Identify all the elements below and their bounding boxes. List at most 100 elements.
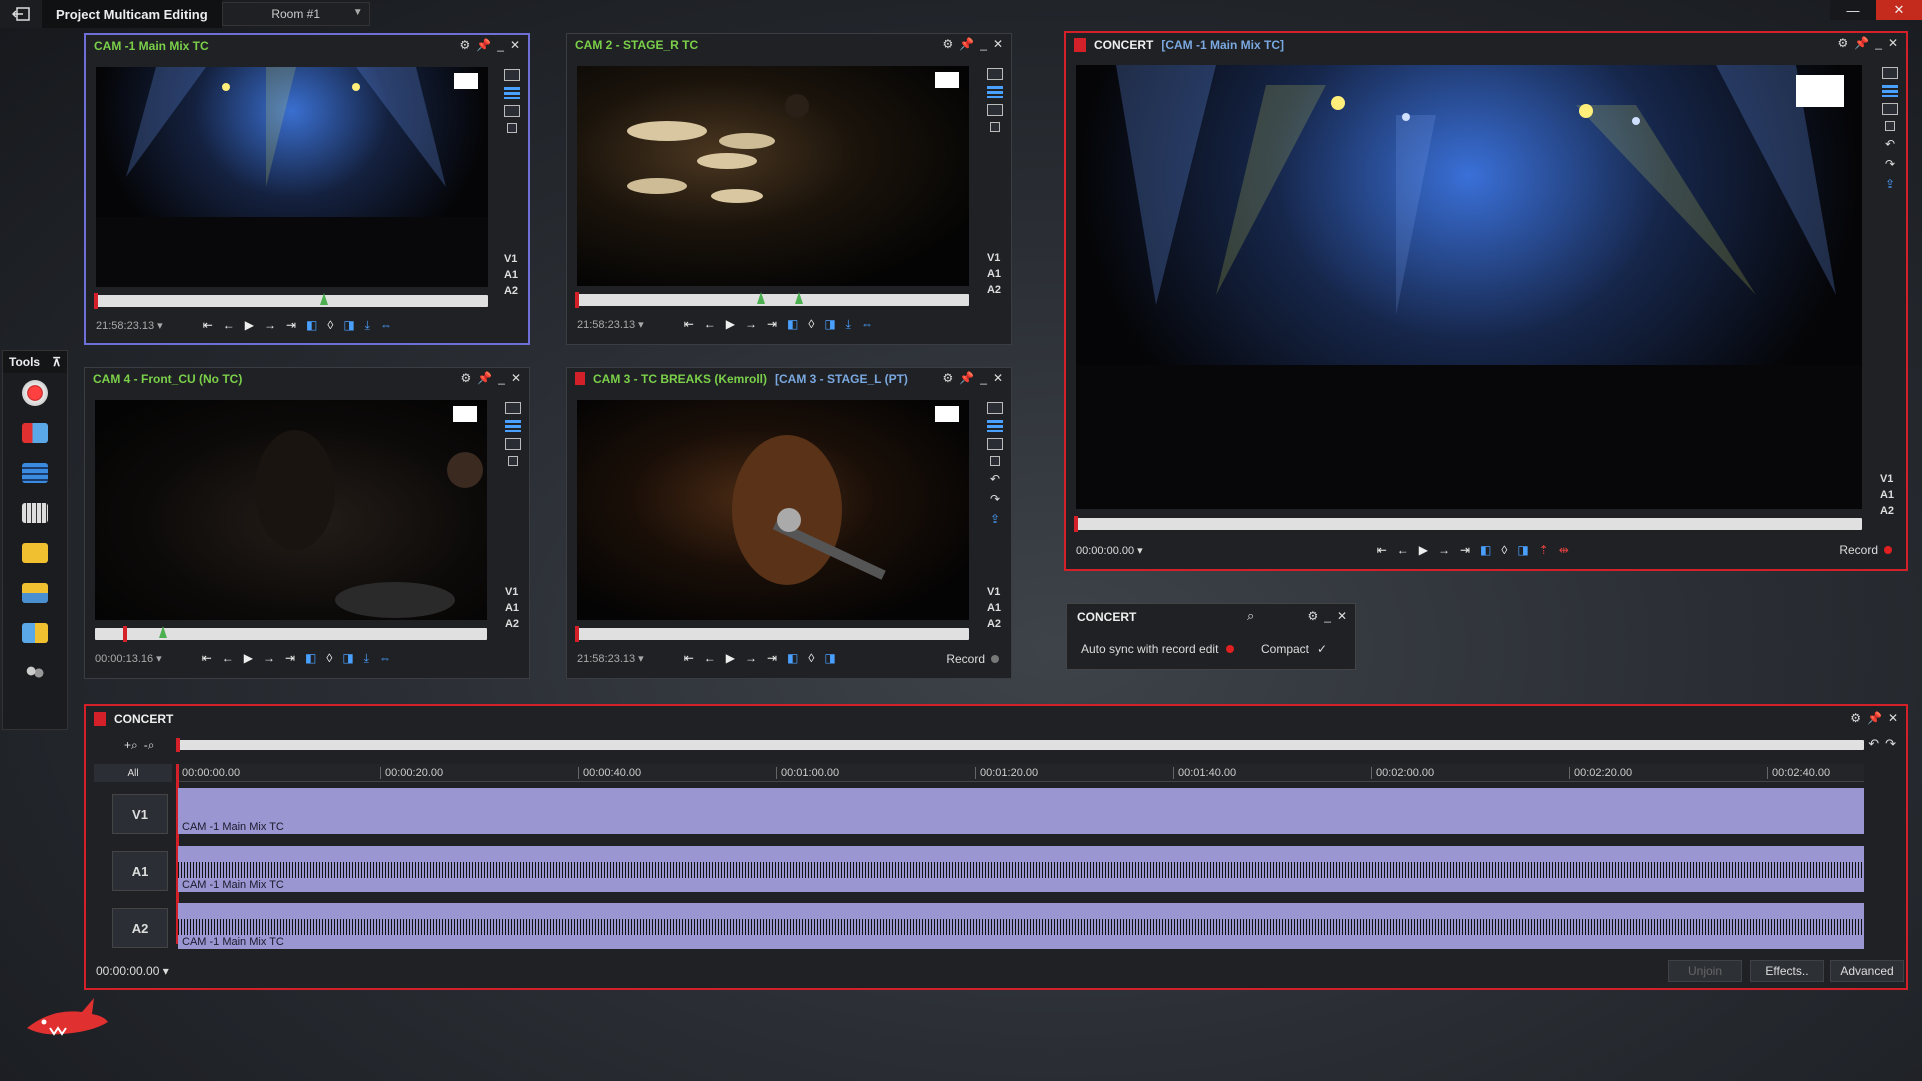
- track-v1[interactable]: V1: [504, 253, 518, 265]
- insert-icon[interactable]: ⤓: [365, 318, 370, 333]
- overwrite-icon[interactable]: ⇔: [380, 318, 392, 333]
- timecode[interactable]: 00:00:13.16 ▾: [95, 652, 162, 665]
- step-back-button[interactable]: ←: [704, 317, 716, 332]
- undo-icon[interactable]: ↶: [990, 472, 1000, 486]
- search-icon[interactable]: ⌕: [1247, 608, 1254, 624]
- video-frame[interactable]: [96, 67, 488, 287]
- close-window-button[interactable]: ✕: [1876, 0, 1922, 20]
- step-forward-button[interactable]: →: [745, 651, 757, 665]
- frame-icon[interactable]: [1882, 103, 1898, 115]
- mark-in-icon[interactable]: ◧: [305, 651, 316, 666]
- video-frame[interactable]: [1076, 65, 1862, 509]
- list-icon[interactable]: [505, 420, 521, 432]
- timeline-ruler[interactable]: 00:00:00.00 00:00:20.00 00:00:40.00 00:0…: [178, 764, 1864, 782]
- upload-icon[interactable]: ⇪: [990, 512, 1000, 526]
- play-button[interactable]: ▶: [244, 651, 253, 666]
- room-select[interactable]: Room #1 ▼: [221, 2, 370, 26]
- go-start-button[interactable]: ⇤: [203, 318, 213, 333]
- lift-icon[interactable]: ⇡: [1539, 543, 1549, 557]
- cue-marker[interactable]: [159, 626, 167, 638]
- track-a1[interactable]: A1: [505, 602, 519, 614]
- timeline-timecode[interactable]: 00:00:00.00 ▾: [96, 964, 169, 978]
- overlay-icon[interactable]: [1885, 121, 1895, 131]
- audio-clip-a1[interactable]: CAM -1 Main Mix TC: [178, 846, 1864, 892]
- undo-icon[interactable]: ↶: [1868, 736, 1879, 752]
- minimize-button[interactable]: —: [1830, 0, 1876, 20]
- folder-icon[interactable]: [505, 402, 521, 414]
- timecode[interactable]: 21:58:23.13 ▾: [96, 319, 163, 332]
- pin-icon[interactable]: 📌: [477, 371, 492, 385]
- record-viewer[interactable]: CONCERT [CAM -1 Main Mix TC] ⚙ 📌 _ ✕ ↶ ↷ ⇪ V1 A…: [1064, 31, 1908, 571]
- overlay-icon[interactable]: [508, 456, 518, 466]
- pin-icon[interactable]: 📌: [1867, 711, 1882, 725]
- track-a1[interactable]: A1: [987, 268, 1001, 280]
- frame-icon[interactable]: [987, 438, 1003, 450]
- step-back-button[interactable]: ←: [1397, 543, 1409, 557]
- settings-icon[interactable]: ⚙: [1838, 36, 1849, 50]
- marker-icon[interactable]: ◊: [1501, 543, 1507, 557]
- track-header-v1[interactable]: V1: [112, 794, 168, 834]
- effects-button[interactable]: Effects..: [1750, 960, 1824, 982]
- step-forward-button[interactable]: →: [1438, 543, 1450, 557]
- scrub-bar[interactable]: [95, 626, 487, 642]
- play-button[interactable]: ▶: [245, 318, 254, 333]
- pin-icon[interactable]: 📌: [959, 371, 974, 385]
- scrub-bar[interactable]: [1074, 516, 1862, 532]
- overlay-icon[interactable]: [990, 122, 1000, 132]
- pin-icon[interactable]: 📌: [959, 37, 974, 51]
- overlay-icon[interactable]: [507, 123, 517, 133]
- minimize-icon[interactable]: _: [1324, 609, 1331, 623]
- zoom-out-icon[interactable]: -⌕: [144, 738, 155, 753]
- track-a1[interactable]: A1: [987, 602, 1001, 614]
- video-frame[interactable]: [95, 400, 487, 620]
- overlay-icon[interactable]: [990, 456, 1000, 466]
- track-v1[interactable]: V1: [987, 586, 1001, 598]
- track-v1[interactable]: V1: [505, 586, 519, 598]
- pin-icon[interactable]: ⊼: [52, 355, 61, 369]
- scrub-bar[interactable]: [575, 292, 969, 308]
- timeline-tool[interactable]: [3, 453, 67, 493]
- minimize-icon[interactable]: _: [498, 371, 505, 385]
- users-tool[interactable]: [3, 653, 67, 693]
- bin-tool[interactable]: [3, 533, 67, 573]
- export-tool[interactable]: [3, 613, 67, 653]
- record-tool[interactable]: [3, 373, 67, 413]
- import-tool[interactable]: [3, 413, 67, 453]
- go-start-button[interactable]: ⇤: [1377, 543, 1387, 557]
- list-icon[interactable]: [504, 87, 520, 99]
- playhead[interactable]: [575, 626, 579, 642]
- play-button[interactable]: ▶: [1419, 543, 1428, 557]
- settings-icon[interactable]: ⚙: [460, 38, 471, 52]
- minimize-icon[interactable]: _: [497, 38, 504, 52]
- track-header-a1[interactable]: A1: [112, 851, 168, 891]
- audio-clip-a2[interactable]: CAM -1 Main Mix TC: [178, 903, 1864, 949]
- video-frame[interactable]: [577, 400, 969, 620]
- folder-icon[interactable]: [504, 69, 520, 81]
- close-icon[interactable]: ✕: [1337, 609, 1347, 623]
- marker-icon[interactable]: ◊: [808, 317, 814, 332]
- mark-in-icon[interactable]: ◧: [787, 317, 798, 332]
- track-header-a2[interactable]: A2: [112, 908, 168, 948]
- step-back-button[interactable]: ←: [223, 318, 235, 333]
- close-icon[interactable]: ✕: [1888, 711, 1898, 725]
- track-a2[interactable]: A2: [987, 284, 1001, 296]
- track-a1[interactable]: A1: [504, 269, 518, 281]
- redo-icon[interactable]: ↷: [1885, 157, 1895, 171]
- zoom-in-icon[interactable]: +⌕: [124, 738, 138, 753]
- track-v1[interactable]: V1: [987, 252, 1001, 264]
- timecode[interactable]: 21:58:23.13 ▾: [577, 652, 644, 665]
- track-v1[interactable]: V1: [1880, 473, 1894, 485]
- go-end-button[interactable]: ⇥: [286, 318, 296, 333]
- playhead[interactable]: [123, 626, 127, 642]
- track-a2[interactable]: A2: [505, 618, 519, 630]
- pin-icon[interactable]: 📌: [1854, 36, 1869, 50]
- video-frame[interactable]: [577, 66, 969, 286]
- close-icon[interactable]: ✕: [510, 38, 520, 52]
- mark-out-icon[interactable]: ◨: [824, 317, 835, 332]
- folder-icon[interactable]: [987, 402, 1003, 414]
- step-forward-button[interactable]: →: [263, 651, 275, 666]
- mark-out-icon[interactable]: ◨: [343, 318, 354, 333]
- source-viewer-cam3[interactable]: CAM 3 - TC BREAKS (Kemroll) [CAM 3 - STAG…: [566, 367, 1012, 679]
- advanced-button[interactable]: Advanced: [1830, 960, 1904, 982]
- marker-icon[interactable]: ◊: [808, 651, 814, 665]
